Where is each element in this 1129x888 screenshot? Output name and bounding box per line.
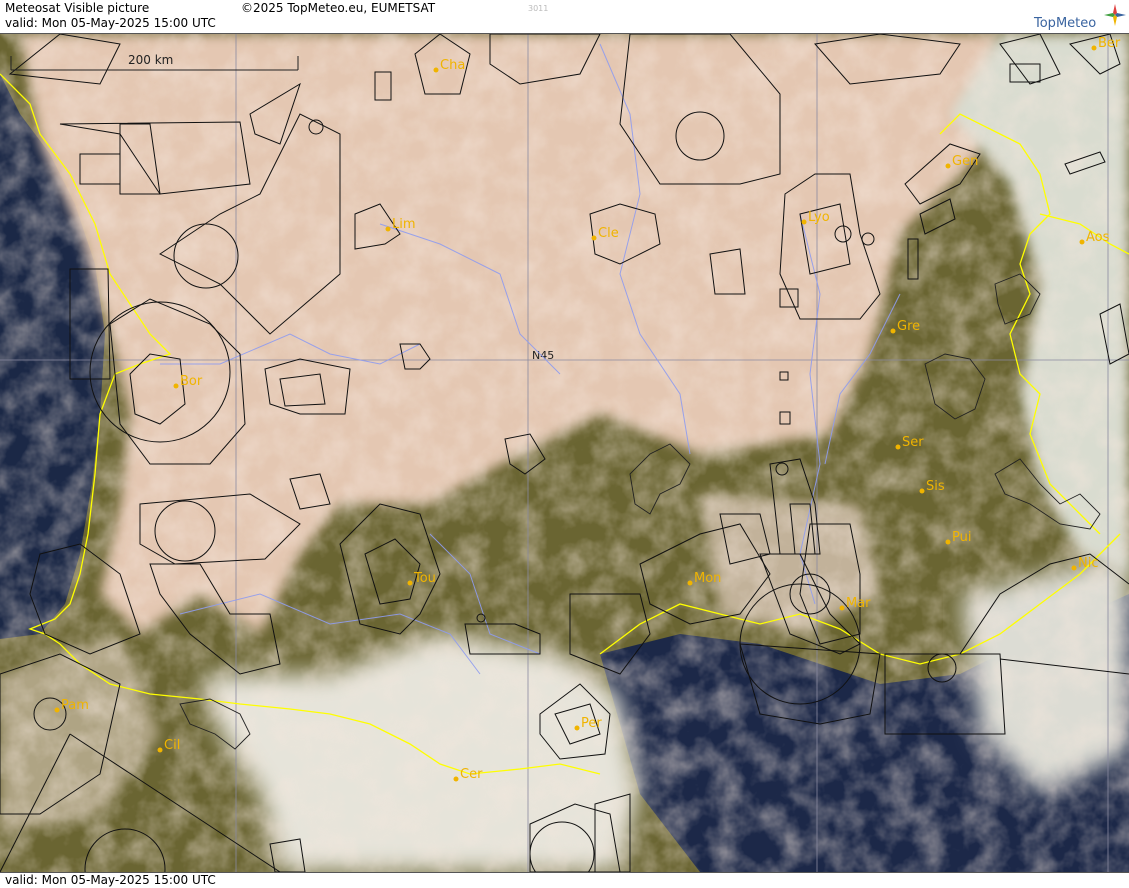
city-dot xyxy=(453,776,459,782)
city-dot xyxy=(1071,565,1077,571)
city-label: Gen xyxy=(952,154,978,169)
city-label: Cil xyxy=(164,738,180,753)
city-label: Bor xyxy=(180,374,203,389)
city-dot xyxy=(945,163,951,169)
valid-time-bottom: valid: Mon 05-May-2025 15:00 UTC xyxy=(5,873,216,887)
city-label: Nic xyxy=(1078,556,1098,571)
city-label: Lim xyxy=(392,217,416,232)
city-dot xyxy=(591,235,597,241)
image-title: Meteosat Visible picture xyxy=(5,1,150,15)
latitude-label: N45 xyxy=(532,349,554,362)
city-label: Cer xyxy=(460,767,483,782)
city-dot xyxy=(945,539,951,545)
city-label: Ser xyxy=(902,435,924,450)
city-dot xyxy=(895,444,901,450)
valid-time-top: valid: Mon 05-May-2025 15:00 UTC xyxy=(5,16,216,30)
city-dot xyxy=(433,67,439,73)
city-label: Mar xyxy=(846,596,871,611)
scale-label: 200 km xyxy=(128,53,173,67)
city-dot xyxy=(574,725,580,731)
city-dot xyxy=(407,580,413,586)
city-dot xyxy=(173,383,179,389)
city-label: Aos xyxy=(1086,230,1110,245)
city-label: Cha xyxy=(440,58,465,73)
city-dot xyxy=(839,605,845,611)
city-dot xyxy=(1079,239,1085,245)
city-label: Tou xyxy=(413,571,436,586)
city-label: Pam xyxy=(61,698,89,713)
footer-bar: valid: Mon 05-May-2025 15:00 UTC xyxy=(0,872,1129,888)
city-label: Pui xyxy=(952,530,971,545)
city-dot xyxy=(687,580,693,586)
compass-star-icon xyxy=(1104,4,1126,26)
city-label: Sis xyxy=(926,479,945,494)
topmeteo-logo[interactable]: TopMeteo xyxy=(1034,4,1126,31)
logo-text: TopMeteo xyxy=(1034,16,1097,31)
image-id: 3011 xyxy=(528,4,549,13)
city-label: Gre xyxy=(897,319,920,334)
city-label: Lyo xyxy=(808,210,830,225)
city-label: Cle xyxy=(598,226,619,241)
city-dot xyxy=(1091,45,1097,51)
city-dot xyxy=(385,226,391,232)
copyright-notice: ©2025 TopMeteo.eu, EUMETSAT xyxy=(241,1,436,15)
city-dot xyxy=(54,707,60,713)
city-label: Mon xyxy=(694,571,721,586)
city-dot xyxy=(157,747,163,753)
city-dot xyxy=(919,488,925,494)
city-dot xyxy=(801,219,807,225)
city-label: Per xyxy=(581,716,602,731)
header-bar: Meteosat Visible picture valid: Mon 05-M… xyxy=(0,0,1129,34)
city-label: Ber xyxy=(1098,36,1121,51)
city-dot xyxy=(890,328,896,334)
satellite-map[interactable]: N45 200 km ChaBerGenLimCleLyoAosGreBorSe… xyxy=(0,34,1129,872)
